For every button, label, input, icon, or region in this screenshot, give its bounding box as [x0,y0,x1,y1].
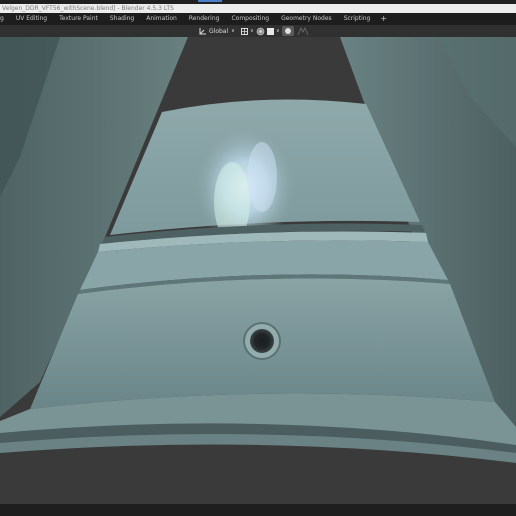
transform-orientation-dropdown[interactable]: Global ∨ [198,25,235,37]
snap-toggle[interactable]: ∨ [240,25,254,37]
tab-shading[interactable]: Shading [104,13,140,25]
wheel-render [0,37,516,504]
progress-indicator [198,0,222,2]
tab-texture-paint[interactable]: Texture Paint [53,13,104,25]
shading-solid-button[interactable] [282,25,294,37]
tab-uv-editing[interactable]: UV Editing [10,13,53,25]
tab-geometry-nodes[interactable]: Geometry Nodes [275,13,338,25]
window-title: Velgen_DDR_VFT56_withScene.blend] - Blen… [2,5,174,12]
snap-chevron-icon: ∨ [250,28,254,34]
transform-orientation-label: Global [209,27,229,35]
overlay-chevron-icon: ∨ [276,28,280,34]
proportional-edit-toggle[interactable] [256,25,265,37]
tab-scripting[interactable]: Scripting [338,13,377,25]
tab-layout[interactable]: g [0,13,10,25]
xray-toggle[interactable] [297,25,309,37]
overlay-icon [267,27,274,35]
window-title-bar: Velgen_DDR_VFT56_withScene.blend] - Blen… [0,4,516,13]
chevron-down-icon: ∨ [231,28,235,34]
xray-icon [297,26,309,35]
shading-solid-icon [282,26,294,36]
overlay-toggle[interactable]: ∨ [266,25,280,37]
tab-animation[interactable]: Animation [140,13,183,25]
workspace-tab-bar: g UV Editing Texture Paint Shading Anima… [0,13,516,25]
proportional-edit-icon [256,27,265,35]
valve-hole [250,329,274,353]
tab-compositing[interactable]: Compositing [225,13,275,25]
snap-icon [241,27,248,35]
viewport-header: Global ∨ ∨ ∨ [0,25,516,37]
tab-rendering[interactable]: Rendering [183,13,226,25]
status-bar [0,504,516,516]
add-workspace-button[interactable]: + [376,13,391,25]
3d-viewport[interactable] [0,37,516,504]
transform-orientation-icon [199,27,206,34]
